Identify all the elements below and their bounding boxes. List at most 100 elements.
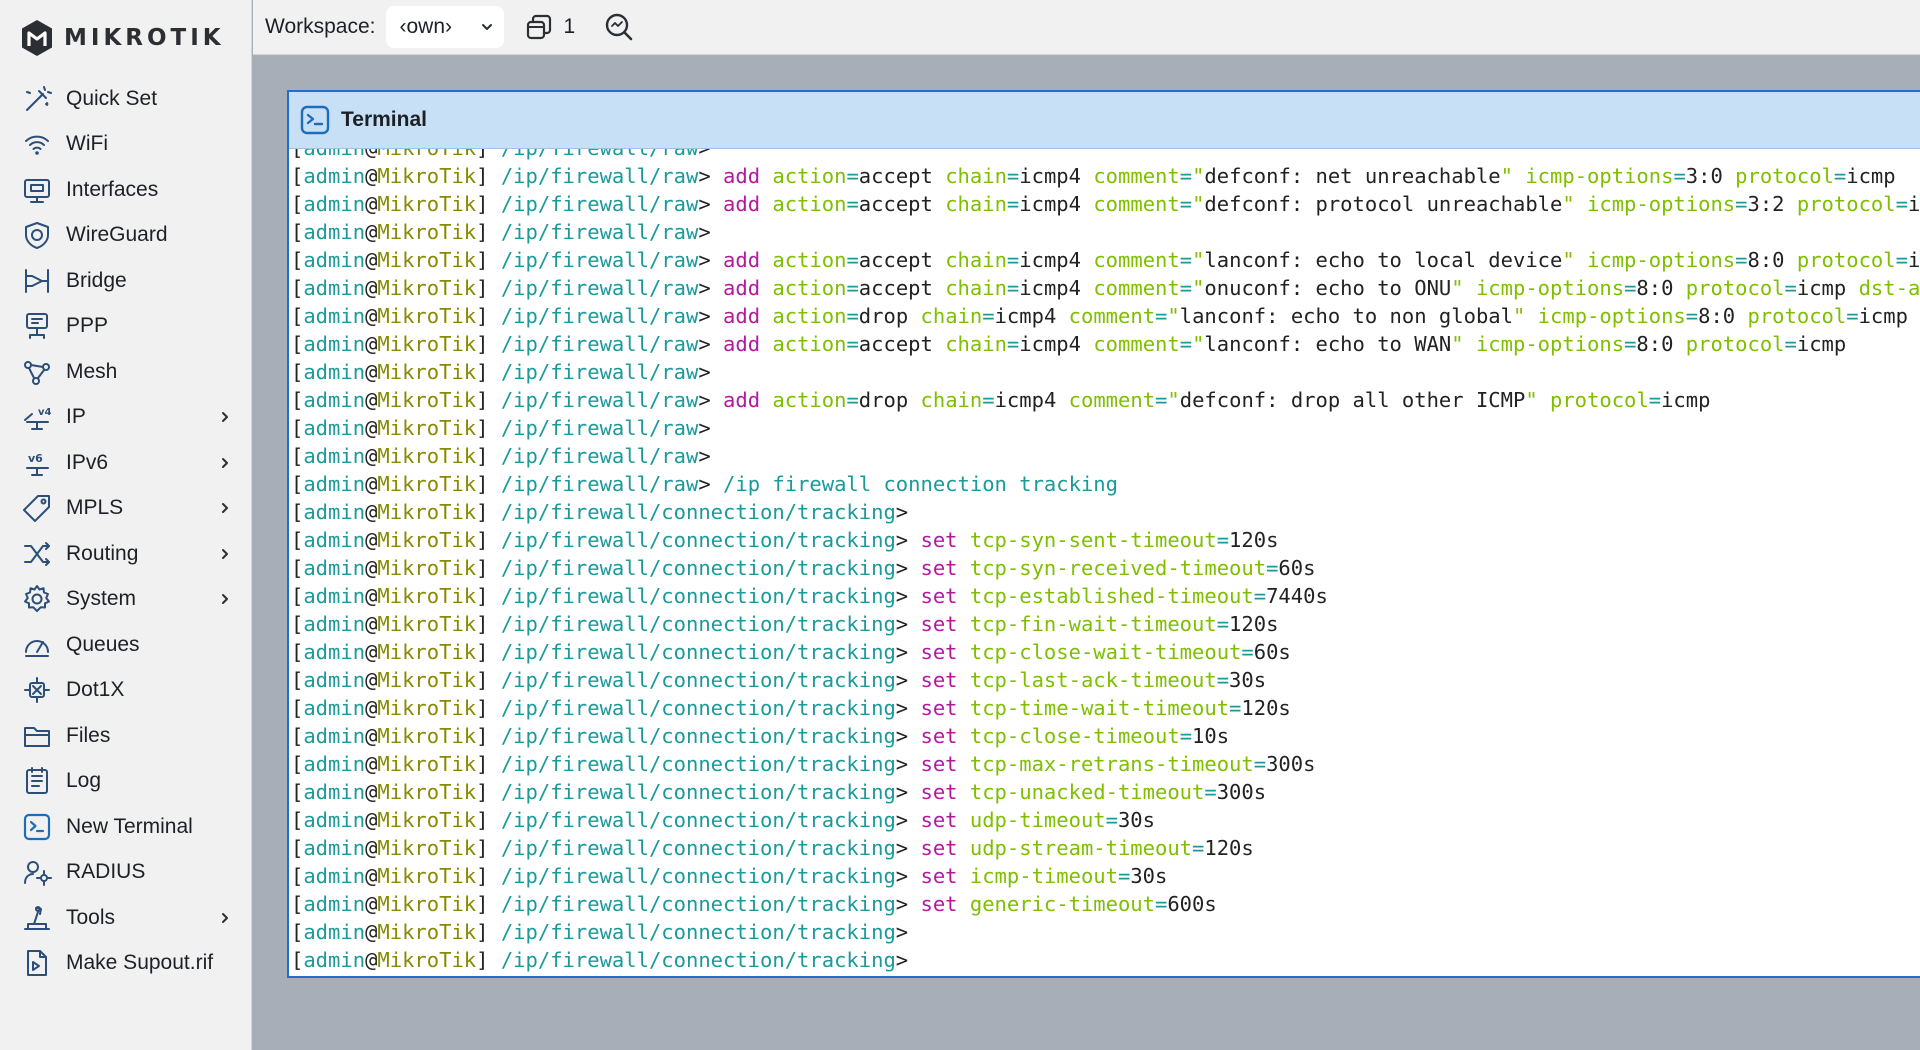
mikrotik-logo-icon bbox=[22, 20, 52, 56]
param-key: tcp-fin-wait-timeout bbox=[969, 612, 1217, 636]
sidebar-item-new-terminal[interactable]: New Terminal bbox=[0, 804, 252, 850]
search-button[interactable] bbox=[603, 11, 635, 43]
prompt-host: MikroTik bbox=[377, 248, 477, 272]
equals: = bbox=[1179, 192, 1193, 216]
prompt-at: @ bbox=[365, 472, 378, 496]
sidebar-item-dot1x[interactable]: Dot1X bbox=[0, 668, 252, 714]
mikrotik-logo[interactable]: MikroTik bbox=[20, 18, 225, 58]
prompt-user: admin bbox=[303, 276, 366, 300]
sidebar-item-mpls[interactable]: MPLS bbox=[0, 486, 252, 532]
prompt-host: MikroTik bbox=[377, 668, 477, 692]
prompt-bracket: ] bbox=[476, 149, 501, 160]
prompt-bracket: ] bbox=[476, 808, 501, 832]
prompt-user: admin bbox=[303, 668, 366, 692]
prompt-at: @ bbox=[365, 640, 378, 664]
sidebar-item-ipv6[interactable]: v6 IPv6 bbox=[0, 440, 252, 486]
prompt-at: @ bbox=[365, 444, 378, 468]
command: add bbox=[723, 304, 761, 328]
prompt-host: MikroTik bbox=[377, 500, 477, 524]
prompt-at: @ bbox=[365, 248, 378, 272]
equals: = bbox=[846, 388, 859, 412]
prompt-caret: > bbox=[698, 220, 711, 244]
terminal-line: [admin@MikroTik] /ip/firewall/connection… bbox=[291, 638, 1920, 666]
terminal-line: [admin@MikroTik] /ip/firewall/connection… bbox=[291, 582, 1920, 610]
prompt-user: admin bbox=[303, 444, 366, 468]
terminal-line: [admin@MikroTik] /ip/firewall/connection… bbox=[291, 750, 1920, 778]
sidebar-item-interfaces[interactable]: Interfaces bbox=[0, 167, 252, 213]
equals: = bbox=[1648, 388, 1662, 412]
sidebar-item-quick-set[interactable]: Quick Set bbox=[0, 76, 252, 122]
param-key: chain bbox=[945, 248, 1007, 272]
prompt-at: @ bbox=[365, 500, 378, 524]
sidebar-item-bridge[interactable]: Bridge bbox=[0, 258, 252, 304]
prompt-user: admin bbox=[303, 640, 366, 664]
sidebar-item-log[interactable]: Log bbox=[0, 759, 252, 805]
sidebar-item-system[interactable]: System bbox=[0, 577, 252, 623]
sidebar-item-radius[interactable]: RADIUS bbox=[0, 850, 252, 896]
prompt-user: admin bbox=[303, 248, 366, 272]
command: add bbox=[723, 276, 761, 300]
workspace-select[interactable]: ‹own› bbox=[385, 6, 504, 48]
prompt-bracket: [ bbox=[291, 149, 303, 160]
prompt-path: /ip/firewall/connection/tracking bbox=[500, 584, 896, 608]
sidebar-item-label: System bbox=[66, 587, 137, 611]
equals: = bbox=[1179, 248, 1193, 272]
equals: = bbox=[1673, 164, 1686, 188]
sidebar-item-make-supout-rif[interactable]: Make Supout.rif bbox=[0, 941, 252, 987]
prompt-at: @ bbox=[365, 864, 378, 888]
param-value: 3:2 bbox=[1747, 192, 1785, 216]
terminal-output[interactable]: [admin@MikroTik] /ip/firewall/raw>[admin… bbox=[289, 149, 1920, 976]
sidebar-item-files[interactable]: Files bbox=[0, 713, 252, 759]
prompt-path: /ip/firewall/connection/tracking bbox=[500, 668, 896, 692]
sidebar-item-queues[interactable]: Queues bbox=[0, 622, 252, 668]
workspace-selected-value: ‹own› bbox=[399, 15, 453, 38]
param-value: 10s bbox=[1192, 724, 1230, 748]
prompt-bracket: [ bbox=[291, 864, 304, 888]
terminal-titlebar[interactable]: Terminal bbox=[289, 92, 1920, 149]
sidebar-item-wifi[interactable]: WiFi bbox=[0, 122, 252, 168]
terminal-window[interactable]: Terminal [admin@MikroTik] /ip/firewall/r… bbox=[287, 90, 1920, 978]
equals: = bbox=[1784, 332, 1797, 356]
equals: = bbox=[1266, 556, 1279, 580]
command: set bbox=[920, 836, 958, 860]
prompt-bracket: ] bbox=[476, 724, 501, 748]
command: set bbox=[920, 864, 958, 888]
sidebar-item-ppp[interactable]: PPP bbox=[0, 304, 252, 350]
sidebar-item-label: IPv6 bbox=[66, 450, 109, 474]
sidebar-item-tools[interactable]: Tools bbox=[0, 895, 252, 941]
terminal-line: [admin@MikroTik] /ip/firewall/connection… bbox=[291, 554, 1920, 582]
prompt-path: /ip/firewall/connection/tracking bbox=[500, 892, 896, 916]
windows-button[interactable]: 1 bbox=[524, 12, 575, 42]
chevron-right-icon bbox=[218, 410, 232, 424]
sidebar-item-mesh[interactable]: Mesh bbox=[0, 349, 252, 395]
sidebar-item-wireguard[interactable]: WireGuard bbox=[0, 213, 252, 259]
sidebar-item-ip[interactable]: v4 IP bbox=[0, 395, 252, 441]
prompt-caret: > bbox=[895, 724, 909, 748]
command: add bbox=[723, 192, 761, 216]
param-value: 300s bbox=[1216, 780, 1267, 804]
prompt-bracket: ] bbox=[476, 780, 501, 804]
prompt-user: admin bbox=[303, 752, 366, 776]
param-key: action bbox=[772, 332, 847, 356]
terminal-line: [admin@MikroTik] /ip/firewall/connection… bbox=[291, 722, 1920, 750]
sidebar-item-routing[interactable]: Routing bbox=[0, 531, 252, 577]
prompt-user: admin bbox=[303, 528, 366, 552]
param-key: comment bbox=[1093, 192, 1180, 216]
equals: = bbox=[1155, 388, 1168, 412]
equals: = bbox=[846, 332, 859, 356]
quote: " bbox=[1451, 276, 1464, 300]
prompt-caret: > bbox=[895, 668, 909, 692]
